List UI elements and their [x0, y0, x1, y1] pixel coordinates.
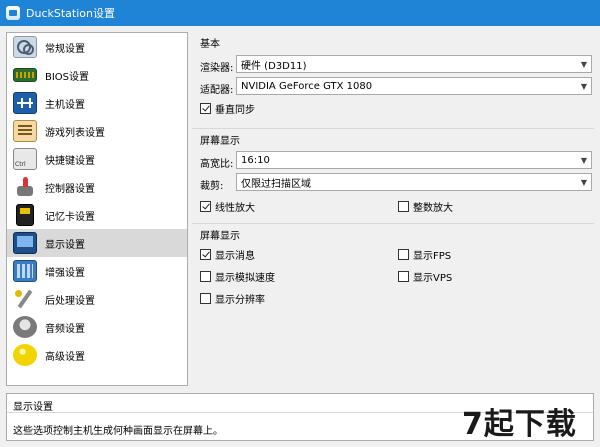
bios-chip-icon — [13, 68, 37, 82]
enhancement-icon — [13, 260, 37, 282]
sidebar-item-game-list[interactable]: 游戏列表设置 — [7, 117, 187, 145]
linear-upscale-label: 线性放大 — [215, 203, 255, 214]
sidebar-item-general[interactable]: 常规设置 — [7, 33, 187, 61]
show-fps-checkbox[interactable]: 显示FPS — [398, 247, 451, 262]
sidebar-item-label: 音频设置 — [45, 323, 85, 335]
app-icon — [6, 6, 20, 20]
sidebar-item-post-processing[interactable]: 后处理设置 — [7, 285, 187, 313]
sidebar-item-bios[interactable]: BIOS设置 — [7, 61, 187, 89]
screen-display-group: 屏幕显示 高宽比: 16:10 ▼ 裁剪: 仅限过扫描区域 ▼ 线性放大 整数放… — [192, 128, 594, 222]
show-vps-label: 显示VPS — [413, 273, 453, 284]
checkbox-box[interactable] — [200, 293, 211, 304]
adapter-value: NVIDIA GeForce GTX 1080 — [241, 80, 373, 92]
settings-category-list[interactable]: 常规设置 BIOS设置 主机设置 游戏列表设置 快捷键设置 控制器设置 记忆卡设… — [6, 32, 188, 386]
window-title: DuckStation设置 — [26, 7, 115, 20]
sidebar-item-label: 游戏列表设置 — [45, 127, 105, 139]
adapter-select[interactable]: NVIDIA GeForce GTX 1080 ▼ — [236, 77, 592, 95]
sidebar-item-enhancements[interactable]: 增强设置 — [7, 257, 187, 285]
console-icon — [13, 92, 37, 114]
integer-upscale-checkbox[interactable]: 整数放大 — [398, 199, 453, 214]
sidebar-item-console[interactable]: 主机设置 — [7, 89, 187, 117]
hotkey-icon — [13, 148, 37, 170]
description-text: 这些选项控制主机生成何种画面显示在屏幕上。 — [13, 426, 223, 437]
basic-group: 基本 渲染器: 硬件 (D3D11) ▼ 适配器: NVIDIA GeForce… — [192, 32, 594, 124]
basic-group-title: 基本 — [200, 39, 220, 50]
display-settings-panel: 基本 渲染器: 硬件 (D3D11) ▼ 适配器: NVIDIA GeForce… — [192, 32, 594, 386]
general-settings-icon — [13, 36, 37, 58]
show-vps-checkbox[interactable]: 显示VPS — [398, 269, 452, 284]
adapter-label: 适配器: — [200, 85, 234, 96]
show-messages-label: 显示消息 — [215, 251, 255, 262]
sidebar-item-label: BIOS设置 — [45, 71, 90, 83]
display-icon — [13, 232, 37, 254]
description-title: 显示设置 — [13, 402, 53, 413]
sidebar-item-hotkeys[interactable]: 快捷键设置 — [7, 145, 187, 173]
sidebar-item-label: 常规设置 — [45, 43, 85, 55]
osd-group: 屏幕显示 显示消息 显示FPS 显示模拟速度 显示VPS 显示分辨率 — [192, 223, 594, 313]
title-bar: DuckStation设置 — [0, 0, 600, 26]
checkbox-box[interactable] — [200, 103, 211, 114]
controller-icon — [13, 176, 37, 198]
show-fps-label: 显示FPS — [413, 251, 452, 262]
checkbox-box[interactable] — [200, 249, 211, 260]
sidebar-item-label: 增强设置 — [45, 267, 85, 279]
renderer-label: 渲染器: — [200, 63, 234, 74]
checkbox-box[interactable] — [398, 201, 409, 212]
integer-upscale-label: 整数放大 — [413, 203, 453, 214]
sidebar-item-controllers[interactable]: 控制器设置 — [7, 173, 187, 201]
osd-group-title: 屏幕显示 — [200, 231, 240, 242]
show-resolution-checkbox[interactable]: 显示分辨率 — [200, 291, 265, 306]
sidebar-item-label: 记忆卡设置 — [45, 211, 95, 223]
sidebar-item-advanced[interactable]: 高级设置 — [7, 341, 187, 369]
chevron-down-icon: ▼ — [580, 177, 588, 187]
crop-label: 裁剪: — [200, 181, 224, 192]
checkbox-box[interactable] — [398, 271, 409, 282]
advanced-icon — [13, 344, 37, 366]
post-processing-icon — [13, 288, 37, 310]
sidebar-item-label: 主机设置 — [45, 99, 85, 111]
checkbox-box[interactable] — [200, 271, 211, 282]
aspect-ratio-value: 16:10 — [241, 154, 270, 166]
checkbox-box[interactable] — [200, 201, 211, 212]
chevron-down-icon: ▼ — [580, 81, 588, 91]
show-messages-checkbox[interactable]: 显示消息 — [200, 247, 255, 262]
memory-card-icon — [16, 204, 34, 226]
chevron-down-icon: ▼ — [580, 59, 588, 69]
watermark-logo: 7起下载 — [462, 407, 577, 442]
sidebar-item-label: 高级设置 — [45, 351, 85, 363]
renderer-select[interactable]: 硬件 (D3D11) ▼ — [236, 55, 592, 73]
sidebar-item-label: 显示设置 — [45, 239, 85, 251]
sidebar-item-display[interactable]: 显示设置 — [7, 229, 187, 257]
show-speed-checkbox[interactable]: 显示模拟速度 — [200, 269, 275, 284]
game-list-icon — [13, 120, 37, 142]
renderer-value: 硬件 (D3D11) — [241, 60, 307, 72]
sidebar-item-audio[interactable]: 音频设置 — [7, 313, 187, 341]
sidebar-item-label: 快捷键设置 — [45, 155, 95, 167]
vsync-label: 垂直同步 — [215, 105, 255, 116]
sidebar-item-memory-cards[interactable]: 记忆卡设置 — [7, 201, 187, 229]
sidebar-item-label: 后处理设置 — [45, 295, 95, 307]
aspect-ratio-label: 高宽比: — [200, 159, 234, 170]
crop-value: 仅限过扫描区域 — [241, 178, 311, 190]
aspect-ratio-select[interactable]: 16:10 ▼ — [236, 151, 592, 169]
checkbox-box[interactable] — [398, 249, 409, 260]
show-speed-label: 显示模拟速度 — [215, 273, 275, 284]
sidebar-item-label: 控制器设置 — [45, 183, 95, 195]
screen-group-title: 屏幕显示 — [200, 136, 240, 147]
linear-upscale-checkbox[interactable]: 线性放大 — [200, 199, 255, 214]
chevron-down-icon: ▼ — [580, 155, 588, 165]
show-resolution-label: 显示分辨率 — [215, 295, 265, 306]
audio-icon — [13, 316, 37, 338]
crop-select[interactable]: 仅限过扫描区域 ▼ — [236, 173, 592, 191]
vsync-checkbox[interactable]: 垂直同步 — [200, 101, 255, 116]
